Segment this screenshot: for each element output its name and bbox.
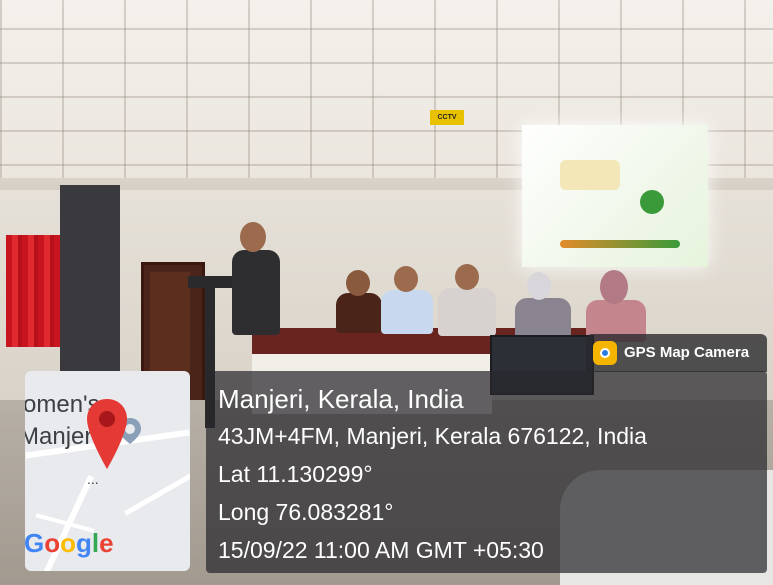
projected-slide-box [560, 160, 620, 190]
panelist-3 [438, 288, 496, 336]
map-pin-icon [87, 399, 127, 469]
projected-slide-circle [640, 190, 664, 214]
location-address: 43JM+4FM, Manjeri, Kerala 676122, India [218, 423, 647, 449]
panelist-2-head [394, 266, 418, 292]
speaker [232, 250, 280, 335]
location-longitude: Long 76.083281° [218, 499, 394, 525]
panelist-1-head [346, 270, 370, 296]
google-logo: Google [24, 528, 114, 559]
panelist-4-head [527, 272, 551, 300]
map-road [124, 471, 190, 516]
wall-pillar [60, 185, 120, 385]
panelist-4 [515, 298, 571, 340]
cctv-sign: CCTV [430, 110, 464, 125]
google-logo-letter: g [76, 528, 92, 558]
projected-slide-band [560, 240, 680, 248]
gps-badge-label: GPS Map Camera [624, 344, 750, 361]
speaker-head [240, 222, 266, 252]
panelist-1 [336, 293, 382, 333]
google-logo-letter: e [99, 528, 114, 558]
google-logo-letter: G [24, 528, 45, 558]
panelist-2 [381, 290, 433, 334]
google-logo-text: Google [24, 528, 114, 558]
map-dots: ... [87, 471, 99, 487]
google-logo-letter: o [60, 528, 77, 558]
google-logo-letter: o [44, 528, 61, 558]
gps-camera-icon-lens [600, 348, 610, 358]
location-place: Manjeri, Kerala, India [218, 384, 464, 414]
location-timestamp: 15/09/22 11:00 AM GMT +05:30 [218, 537, 544, 563]
panelist-3-head [455, 264, 479, 290]
panelist-5-head [600, 270, 628, 304]
location-latitude: Lat 11.130299° [218, 461, 373, 487]
